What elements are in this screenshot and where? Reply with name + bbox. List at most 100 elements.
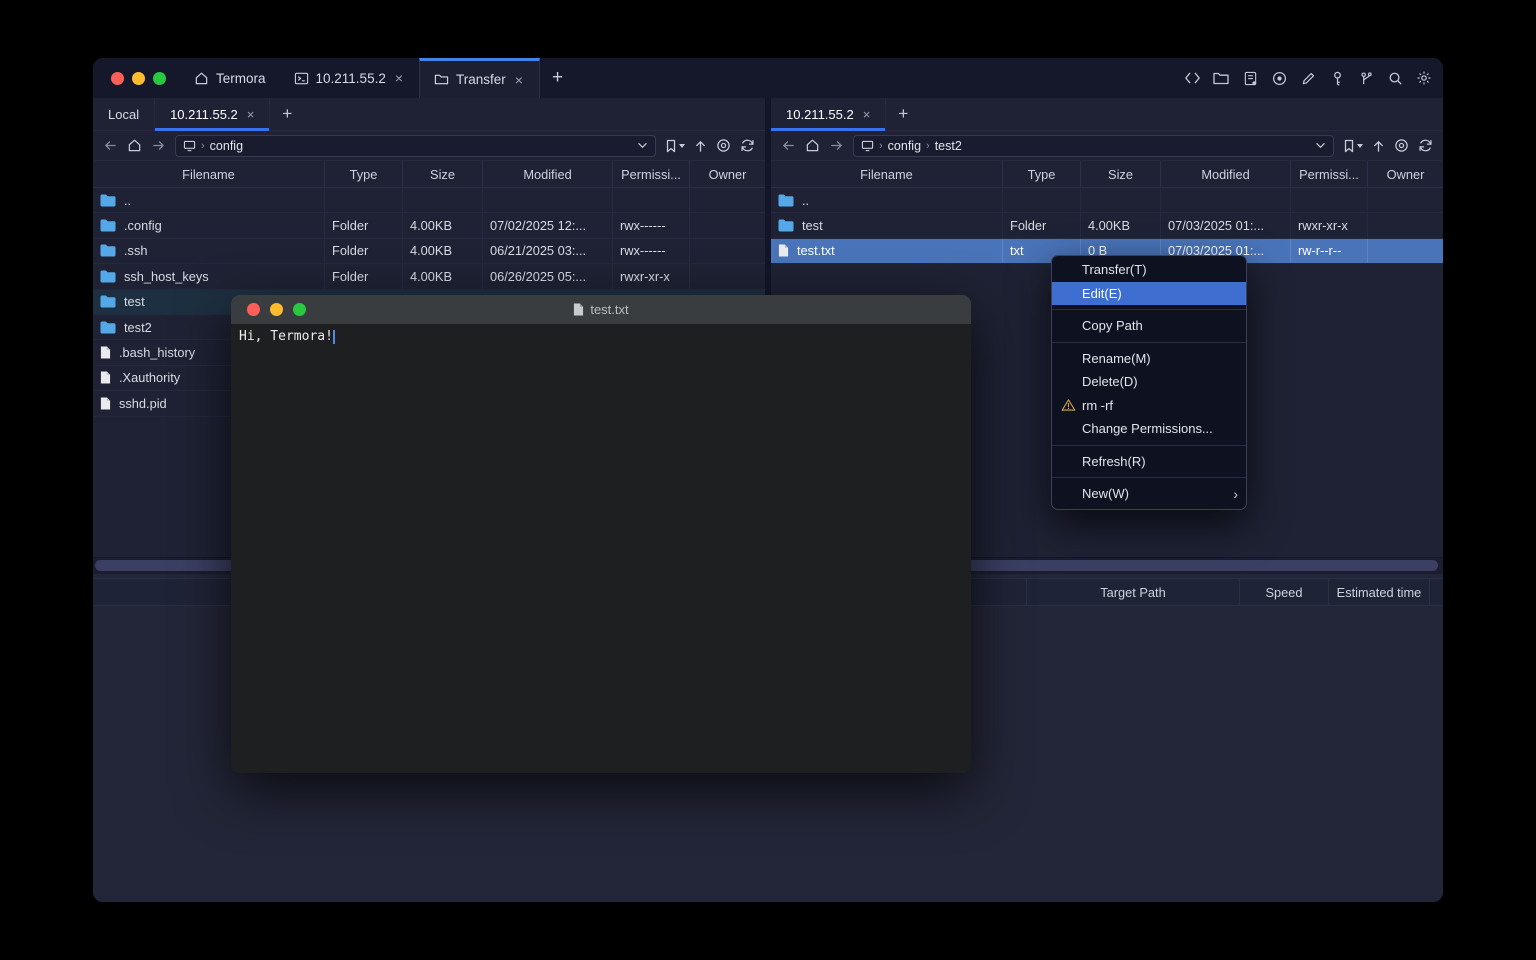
- menu-item-new[interactable]: New(W) ›: [1052, 482, 1246, 506]
- tab-local[interactable]: Local: [93, 98, 155, 130]
- column-header-owner[interactable]: Owner: [1368, 161, 1443, 187]
- column-header-modified[interactable]: Modified: [483, 161, 613, 187]
- menu-item-rename[interactable]: Rename(M): [1052, 347, 1246, 371]
- editor-content[interactable]: Hi, Termora!: [231, 324, 971, 773]
- column-header-size[interactable]: Size: [1081, 161, 1161, 187]
- caret-down-icon: [679, 144, 685, 148]
- close-window-button[interactable]: [111, 72, 124, 85]
- folder-icon: [100, 219, 116, 232]
- file-icon: [100, 371, 111, 384]
- tab-transfer[interactable]: Transfer ×: [419, 58, 540, 98]
- search-icon[interactable]: [1386, 69, 1404, 87]
- back-icon[interactable]: [103, 139, 118, 152]
- file-size: 4.00KB: [403, 264, 483, 288]
- folder-icon[interactable]: [1212, 69, 1230, 87]
- key-icon[interactable]: [1328, 69, 1346, 87]
- column-header-filename[interactable]: Filename: [771, 161, 1003, 187]
- minimize-window-button[interactable]: [132, 72, 145, 85]
- breadcrumb-segment[interactable]: test2: [935, 139, 962, 153]
- record-icon[interactable]: [1270, 69, 1288, 87]
- new-panel-tab-button[interactable]: +: [270, 98, 304, 130]
- breadcrumb-segment[interactable]: config: [888, 139, 921, 153]
- column-header-type[interactable]: Type: [1003, 161, 1081, 187]
- parent-directory-icon[interactable]: [1372, 139, 1385, 153]
- new-tab-button[interactable]: +: [540, 58, 575, 98]
- file-size: [403, 188, 483, 212]
- file-type: [1003, 188, 1081, 212]
- column-header-owner[interactable]: Owner: [690, 161, 765, 187]
- menu-item-edit[interactable]: Edit(E): [1052, 282, 1246, 306]
- code-icon[interactable]: [1183, 69, 1201, 87]
- column-header-permissions[interactable]: Permissi...: [1291, 161, 1368, 187]
- tab-remote-session[interactable]: 10.211.55.2 ×: [771, 98, 886, 130]
- zoom-window-button[interactable]: [293, 303, 306, 316]
- folder-icon: [100, 270, 116, 283]
- column-header-target-path[interactable]: Target Path: [1027, 579, 1240, 605]
- column-header-modified[interactable]: Modified: [1161, 161, 1291, 187]
- folder-icon: [100, 194, 116, 207]
- column-header-size[interactable]: Size: [403, 161, 483, 187]
- filename: .Xauthority: [119, 370, 180, 385]
- file-modified: [1161, 188, 1291, 212]
- bookmark-control[interactable]: [665, 139, 685, 153]
- show-hidden-files-icon[interactable]: [1394, 138, 1409, 153]
- menu-item-rm-rf[interactable]: rm -rf: [1052, 394, 1246, 418]
- bookmark-control[interactable]: [1343, 139, 1363, 153]
- home-icon[interactable]: [805, 138, 820, 153]
- zoom-window-button[interactable]: [153, 72, 166, 85]
- table-row[interactable]: ssh_host_keys Folder 4.00KB 06/26/2025 0…: [93, 264, 765, 289]
- new-panel-tab-button[interactable]: +: [886, 98, 920, 130]
- table-row[interactable]: test Folder 4.00KB 07/03/2025 01:... rwx…: [771, 213, 1443, 238]
- file-size: 4.00KB: [403, 239, 483, 263]
- column-header-speed[interactable]: Speed: [1240, 579, 1329, 605]
- table-row[interactable]: .config Folder 4.00KB 07/02/2025 12:... …: [93, 213, 765, 238]
- forward-icon[interactable]: [829, 139, 844, 152]
- column-header-filename[interactable]: Filename: [93, 161, 325, 187]
- home-icon[interactable]: [127, 138, 142, 153]
- refresh-icon[interactable]: [740, 138, 755, 153]
- menu-item-change-permissions[interactable]: Change Permissions...: [1052, 417, 1246, 441]
- breadcrumb-segment[interactable]: config: [210, 139, 243, 153]
- file-owner: [1368, 239, 1443, 263]
- close-window-button[interactable]: [247, 303, 260, 316]
- back-icon[interactable]: [781, 139, 796, 152]
- submenu-arrow-icon: ›: [1233, 486, 1238, 502]
- keychain-icon[interactable]: [1357, 69, 1375, 87]
- tab-remote-session[interactable]: 10.211.55.2 ×: [155, 98, 270, 130]
- column-header-type[interactable]: Type: [325, 161, 403, 187]
- titlebar-actions: [1183, 58, 1433, 98]
- table-row[interactable]: ..: [771, 188, 1443, 213]
- close-tab-icon[interactable]: ×: [513, 72, 525, 88]
- editor-text: Hi, Termora!: [239, 329, 333, 344]
- forward-icon[interactable]: [151, 139, 166, 152]
- show-hidden-files-icon[interactable]: [716, 138, 731, 153]
- menu-item-delete[interactable]: Delete(D): [1052, 370, 1246, 394]
- editor-titlebar[interactable]: test.txt: [231, 295, 971, 324]
- tab-ssh-session[interactable]: 10.211.55.2 ×: [280, 58, 420, 98]
- menu-item-transfer[interactable]: Transfer(T): [1052, 258, 1246, 282]
- table-row[interactable]: .ssh Folder 4.00KB 06/21/2025 03:... rwx…: [93, 239, 765, 264]
- column-header-permissions[interactable]: Permissi...: [613, 161, 690, 187]
- table-row[interactable]: ..: [93, 188, 765, 213]
- file-type: Folder: [325, 239, 403, 263]
- path-breadcrumb-left[interactable]: › config: [175, 135, 656, 157]
- right-panel-toolbar: › config › test2: [771, 131, 1443, 161]
- edit-icon[interactable]: [1299, 69, 1317, 87]
- log-icon[interactable]: [1241, 69, 1259, 87]
- minimize-window-button[interactable]: [270, 303, 283, 316]
- close-tab-icon[interactable]: ×: [393, 70, 405, 86]
- menu-item-copy-path[interactable]: Copy Path: [1052, 314, 1246, 338]
- close-tab-icon[interactable]: ×: [247, 107, 255, 122]
- parent-directory-icon[interactable]: [694, 139, 707, 153]
- path-breadcrumb-right[interactable]: › config › test2: [853, 135, 1334, 157]
- refresh-icon[interactable]: [1418, 138, 1433, 153]
- menu-item-refresh[interactable]: Refresh(R): [1052, 450, 1246, 474]
- chevron-down-icon[interactable]: [1315, 142, 1326, 149]
- settings-icon[interactable]: [1415, 69, 1433, 87]
- column-header-estimated-time[interactable]: Estimated time: [1329, 579, 1430, 605]
- context-menu: Transfer(T) Edit(E) Copy Path Rename(M) …: [1051, 255, 1247, 510]
- chevron-down-icon[interactable]: [637, 142, 648, 149]
- tab-home[interactable]: Termora: [180, 58, 280, 98]
- close-tab-icon[interactable]: ×: [863, 107, 871, 122]
- file-type: Folder: [325, 213, 403, 237]
